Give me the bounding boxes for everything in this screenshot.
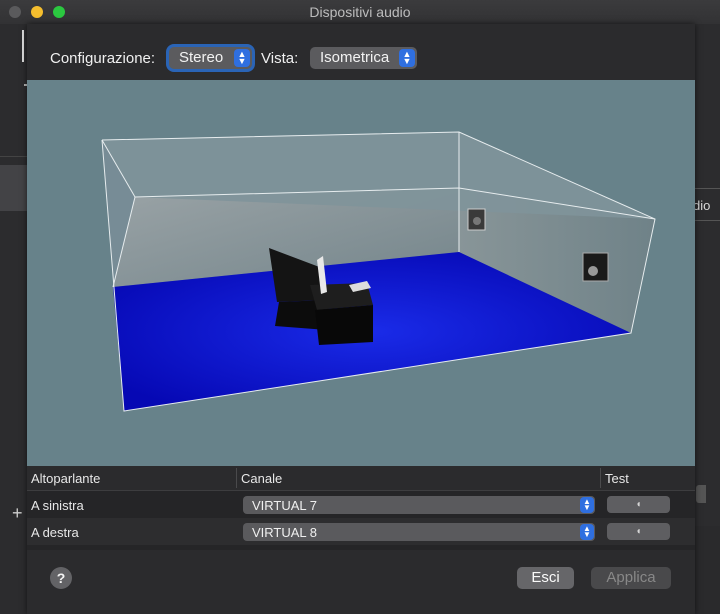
chevron-updown-icon: ▲ ▼	[580, 497, 594, 513]
column-speaker[interactable]: Altoparlante	[31, 471, 100, 486]
channel-select[interactable]: VIRTUAL 8 ▲ ▼	[243, 523, 595, 541]
speaker-channel-table: Altoparlante Canale Test A sinistra VIRT…	[27, 466, 695, 550]
channel-select[interactable]: VIRTUAL 7 ▲ ▼	[243, 496, 595, 514]
right-speaker-model	[582, 252, 609, 282]
configuration-value: Stereo	[179, 49, 224, 66]
speaker-test-icon: ◖	[635, 499, 642, 510]
configuration-label: Configurazione:	[50, 50, 156, 67]
toolbar: Configurazione: Stereo ▲ ▼ Vista: Isometr…	[27, 24, 695, 80]
view-value: Isometrica	[320, 49, 390, 66]
test-speaker-button[interactable]: ◖	[607, 523, 670, 540]
sheet-footer: ? Esci Applica	[27, 550, 695, 614]
speaker-name: A sinistra	[31, 498, 84, 513]
background-add-icon: +	[12, 503, 23, 523]
background-window-left	[0, 24, 27, 614]
background-left-separator	[0, 156, 27, 157]
column-test[interactable]: Test	[605, 471, 629, 486]
apply-button[interactable]: Applica	[591, 567, 671, 589]
chevron-updown-icon: ▲ ▼	[580, 524, 594, 540]
background-right-separator-2	[695, 220, 720, 221]
view-label: Vista:	[261, 50, 299, 67]
channel-value: VIRTUAL 7	[252, 498, 318, 513]
room-3d-view[interactable]	[27, 80, 695, 466]
channel-value: VIRTUAL 8	[252, 525, 318, 540]
background-right-separator	[695, 188, 720, 189]
left-speaker-model	[467, 208, 486, 231]
table-row[interactable]: A destra VIRTUAL 8 ▲ ▼ ◖	[27, 518, 695, 545]
room-scene	[101, 131, 656, 412]
column-divider	[236, 468, 237, 488]
background-left-divider	[22, 30, 24, 62]
exit-button[interactable]: Esci	[517, 567, 574, 589]
table-row[interactable]: A sinistra VIRTUAL 7 ▲ ▼ ◖	[27, 491, 695, 518]
background-right-label: dio	[693, 198, 711, 213]
chevron-updown-icon: ▲ ▼	[399, 49, 415, 67]
background-left-selected-row	[0, 165, 27, 211]
window-title: Dispositivi audio	[309, 4, 411, 20]
test-speaker-button[interactable]: ◖	[607, 496, 670, 513]
column-channel[interactable]: Canale	[241, 471, 282, 486]
title-bar: Dispositivi audio	[0, 0, 720, 25]
view-popup[interactable]: Isometrica ▲ ▼	[310, 47, 417, 69]
column-divider	[600, 468, 601, 488]
audio-devices-sheet: Configurazione: Stereo ▲ ▼ Vista: Isometr…	[27, 24, 695, 614]
speaker-name: A destra	[31, 525, 79, 540]
chevron-updown-icon: ▲ ▼	[234, 49, 250, 67]
background-right-button	[696, 485, 706, 503]
speaker-test-icon: ◖	[635, 526, 642, 537]
configuration-popup[interactable]: Stereo ▲ ▼	[169, 47, 252, 69]
help-button[interactable]: ?	[50, 567, 72, 589]
background-window-right	[695, 24, 720, 526]
table-header: Altoparlante Canale Test	[27, 466, 695, 491]
